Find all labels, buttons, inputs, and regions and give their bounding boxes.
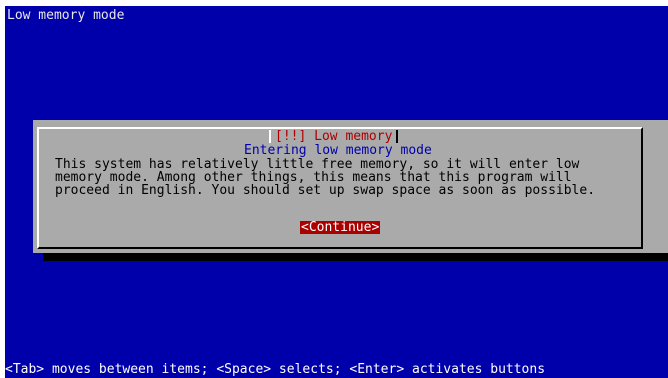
title-right-bracket <box>396 130 399 143</box>
low-memory-dialog: [!!] Low memory Entering low memory mode… <box>33 120 668 253</box>
keyboard-help-status: <Tab> moves between items; <Space> selec… <box>5 362 546 377</box>
dialog-frame: [!!] Low memory Entering low memory mode… <box>37 127 643 249</box>
installer-screen: Low memory mode [!!] Low memory Entering… <box>5 6 668 378</box>
message-line: proceed in English. You should set up sw… <box>55 183 596 198</box>
dialog-title: [!!] Low memory <box>275 129 393 144</box>
dialog-title-bar: [!!] Low memory <box>263 129 405 144</box>
dialog-message: This system has relatively little free m… <box>55 158 595 197</box>
dialog-subtitle: Entering low memory mode <box>244 143 432 158</box>
screen-title: Low memory mode <box>7 8 125 23</box>
continue-button[interactable]: <Continue> <box>300 221 381 234</box>
title-left-bracket <box>269 130 271 143</box>
